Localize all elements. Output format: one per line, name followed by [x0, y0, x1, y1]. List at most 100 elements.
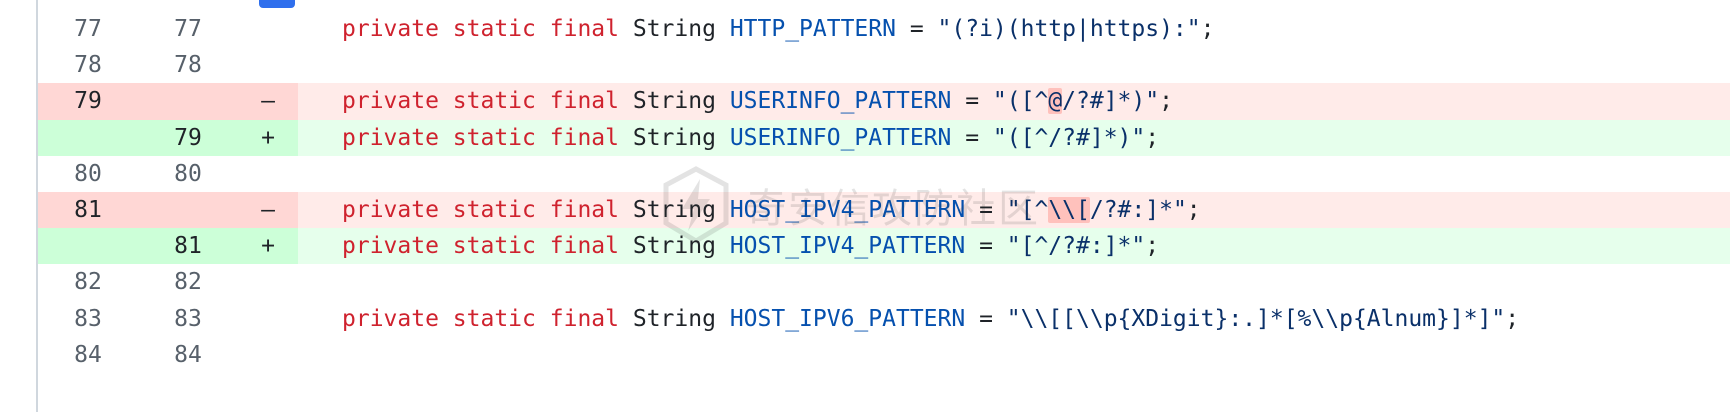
code-token: = — [965, 305, 1007, 332]
diff-line-added: 79 + private static final String USERINFO_… — [38, 119, 1730, 156]
new-line-number[interactable] — [138, 83, 238, 120]
code-token: String — [632, 233, 716, 260]
code-token: private — [342, 233, 439, 260]
old-line-number[interactable]: 78 — [38, 47, 138, 83]
diff-sign: + — [238, 228, 298, 265]
code-token: ; — [1505, 305, 1520, 332]
code-token: \\[ — [1048, 197, 1090, 223]
code-token: static — [452, 16, 536, 42]
new-line-number[interactable]: 83 — [138, 301, 238, 337]
code-token: String — [632, 124, 716, 151]
expand-hunk-button[interactable] — [259, 0, 295, 8]
old-line-number[interactable]: 81 — [38, 192, 138, 229]
code-token: static — [452, 305, 536, 332]
new-line-number[interactable]: 78 — [138, 47, 238, 83]
code-token: static — [452, 233, 536, 260]
code-token: /?#]*)" — [1062, 88, 1160, 115]
new-line-number[interactable]: 82 — [138, 264, 238, 300]
code-token: final — [549, 124, 619, 151]
diff-line-context: 82 82 — [38, 264, 1730, 300]
diff-line-added: 81 + private static final String HOST_IPV4… — [38, 228, 1730, 265]
code-token: ; — [1200, 16, 1215, 42]
code-token: final — [549, 197, 619, 223]
code-token: String — [632, 16, 716, 42]
code-token: "(?i)(http|https):" — [937, 16, 1201, 42]
code-token: private — [342, 197, 439, 223]
code-token: HOST_IPV6_PATTERN — [729, 305, 966, 332]
code-token: /?#:]*" — [1089, 197, 1187, 223]
code-token: ; — [1145, 124, 1160, 151]
code-token: ; — [1159, 88, 1173, 115]
diff-line-context: 84 84 — [38, 337, 1730, 373]
code-token: = — [895, 16, 938, 42]
old-line-number[interactable]: 82 — [38, 264, 138, 300]
code-token: static — [452, 124, 536, 151]
code-line: private static final String HTTP_PATTERN… — [298, 11, 1730, 47]
old-line-number[interactable] — [38, 119, 138, 156]
code-token: = — [951, 124, 993, 151]
code-token: private — [342, 124, 439, 151]
diff-sign: – — [238, 192, 298, 229]
old-line-number[interactable]: 79 — [38, 83, 138, 120]
new-line-number[interactable]: 79 — [138, 119, 238, 156]
code-token: USERINFO_PATTERN — [729, 124, 952, 151]
code-token: @ — [1048, 88, 1063, 115]
code-token: HOST_IPV4_PATTERN — [729, 233, 966, 260]
new-line-number[interactable]: 80 — [138, 156, 238, 192]
code-token: = — [965, 197, 1007, 223]
code-line: private static final String HOST_IPV6_PA… — [298, 301, 1730, 337]
code-token: = — [965, 233, 1007, 260]
diff-sign — [238, 156, 298, 192]
code-token: final — [549, 233, 619, 260]
diff-line-context: 77 77 private static final String HTTP_PAT… — [38, 11, 1730, 47]
code-line: private static final String USERINFO_PAT… — [298, 83, 1730, 119]
code-token: ; — [1145, 233, 1160, 260]
old-line-number[interactable]: 83 — [38, 301, 138, 337]
code-token: String — [632, 197, 716, 223]
code-token: "\\[[\\p{XDigit}:.]*[%\\p{Alnum}]*]" — [1006, 305, 1506, 332]
code-token: "[^/?#:]*" — [1006, 233, 1146, 260]
diff-sign — [238, 337, 298, 373]
diff-sign: + — [238, 119, 298, 156]
code-token: private — [342, 88, 439, 115]
code-token: final — [549, 88, 619, 115]
diff-line-context: 78 78 — [38, 47, 1730, 83]
new-line-number[interactable]: 81 — [138, 228, 238, 265]
diff-line-context: 80 80 — [38, 156, 1730, 192]
new-line-number[interactable]: 84 — [138, 337, 238, 373]
diff-line-deleted: 79– private static final String USERINFO_… — [38, 83, 1730, 120]
code-line: private static final String USERINFO_PAT… — [298, 120, 1730, 156]
old-line-number[interactable] — [38, 228, 138, 265]
old-line-number[interactable]: 77 — [38, 11, 138, 47]
code-token: final — [549, 16, 619, 42]
old-line-number[interactable]: 84 — [38, 337, 138, 373]
new-line-number[interactable]: 77 — [138, 11, 238, 47]
diff-sign — [238, 11, 298, 47]
new-line-number[interactable] — [138, 192, 238, 229]
diff-line-context: 83 83 private static final String HOST_IPV… — [38, 301, 1730, 337]
code-token: static — [452, 88, 536, 115]
old-line-number[interactable]: 80 — [38, 156, 138, 192]
code-line: private static final String HOST_IPV4_PA… — [298, 228, 1730, 264]
code-token: ; — [1186, 197, 1201, 223]
code-token: "([^ — [992, 88, 1049, 115]
